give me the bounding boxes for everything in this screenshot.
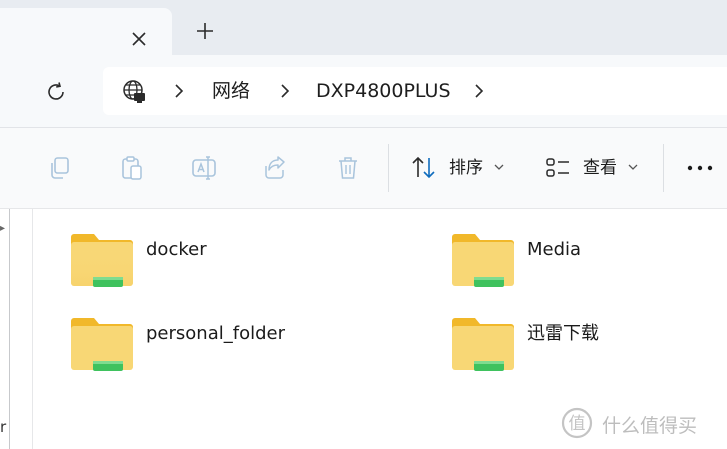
address-row: 网络 DXP4800PLUS [0, 55, 727, 128]
chevron-right-icon[interactable] [173, 84, 185, 98]
folder-icon [71, 318, 133, 371]
breadcrumb-network[interactable]: 网络 [212, 80, 250, 102]
watermark-logo-icon: 值 [561, 407, 593, 439]
folder-item-xunlei-download[interactable]: 迅雷下载 [450, 315, 727, 385]
sort-label: 排序 [449, 158, 483, 178]
sort-button[interactable]: 排序 [404, 128, 512, 208]
copy-icon[interactable] [46, 154, 74, 182]
plus-icon[interactable] [194, 20, 216, 42]
address-bar[interactable]: 网络 DXP4800PLUS [103, 67, 727, 115]
navigation-pane-label: r [0, 418, 7, 436]
close-icon[interactable] [128, 28, 150, 50]
folder-item-docker[interactable]: docker [69, 231, 369, 301]
item-name[interactable]: 迅雷下载 [527, 323, 599, 345]
tab-strip [0, 0, 727, 55]
command-bar: 排序 查看 [0, 128, 727, 209]
view-button[interactable]: 查看 [538, 128, 648, 208]
pane-edge [9, 209, 10, 449]
navigation-pane[interactable]: ▸ [0, 209, 33, 449]
view-label: 查看 [583, 158, 617, 178]
watermark: 值 什么值得买 [558, 405, 724, 441]
chevron-down-icon [628, 164, 638, 170]
sort-icon [412, 156, 435, 179]
separator [388, 144, 389, 192]
rename-icon[interactable] [190, 154, 218, 182]
separator [663, 144, 664, 192]
chevron-down-icon [494, 164, 504, 170]
trash-icon[interactable] [334, 154, 362, 182]
pane-scroll-marker: ▸ [0, 223, 6, 234]
item-name[interactable]: personal_folder [146, 323, 285, 345]
view-icon [546, 158, 569, 177]
folder-icon [452, 234, 514, 287]
more-icon[interactable] [686, 154, 714, 182]
folder-icon [71, 234, 133, 287]
folder-icon [452, 318, 514, 371]
watermark-text: 什么值得买 [602, 415, 698, 437]
folder-item-personal-folder[interactable]: personal_folder [69, 315, 369, 385]
item-name[interactable]: Media [527, 239, 581, 261]
paste-icon[interactable] [118, 154, 146, 182]
breadcrumb-device[interactable]: DXP4800PLUS [316, 80, 451, 102]
chevron-right-icon[interactable] [279, 84, 291, 98]
active-tab[interactable] [0, 8, 172, 55]
svg-text:值: 值 [569, 414, 586, 434]
item-name[interactable]: docker [146, 239, 207, 261]
network-icon [123, 80, 145, 103]
share-icon[interactable] [262, 154, 290, 182]
refresh-icon[interactable] [44, 80, 68, 104]
folder-item-media[interactable]: Media [450, 231, 727, 301]
chevron-right-icon[interactable] [473, 84, 485, 98]
